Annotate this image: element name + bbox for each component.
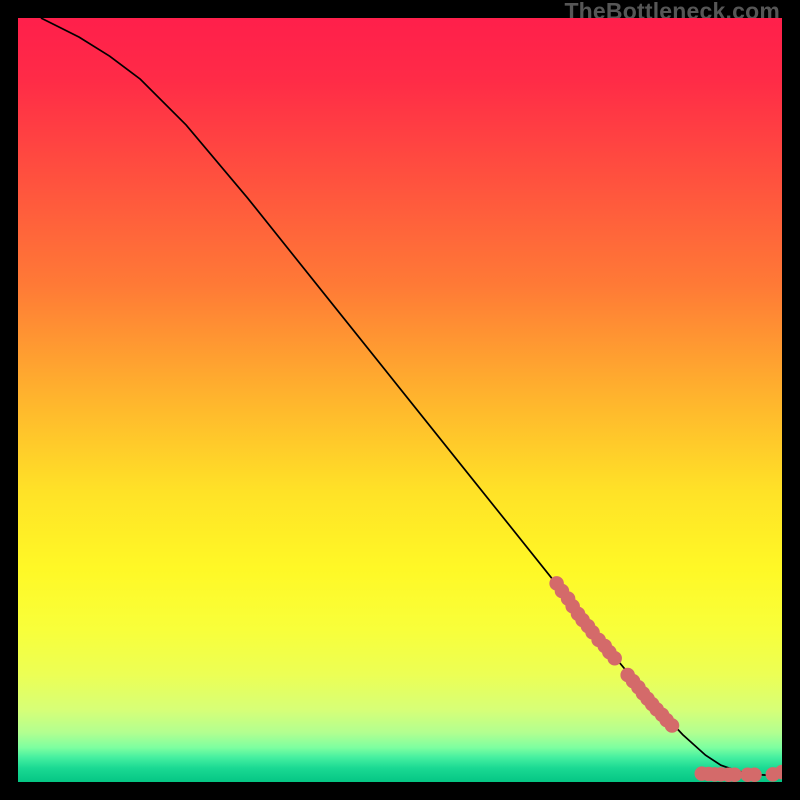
- plot-area: [18, 18, 782, 782]
- chart-svg: [18, 18, 782, 782]
- scatter-point: [727, 767, 742, 782]
- scatter-point: [607, 651, 622, 666]
- scatter-dots: [549, 576, 782, 782]
- scatter-point: [665, 718, 680, 733]
- scatter-point: [747, 767, 762, 782]
- curve-line: [41, 18, 782, 775]
- chart-stage: TheBottleneck.com: [0, 0, 800, 800]
